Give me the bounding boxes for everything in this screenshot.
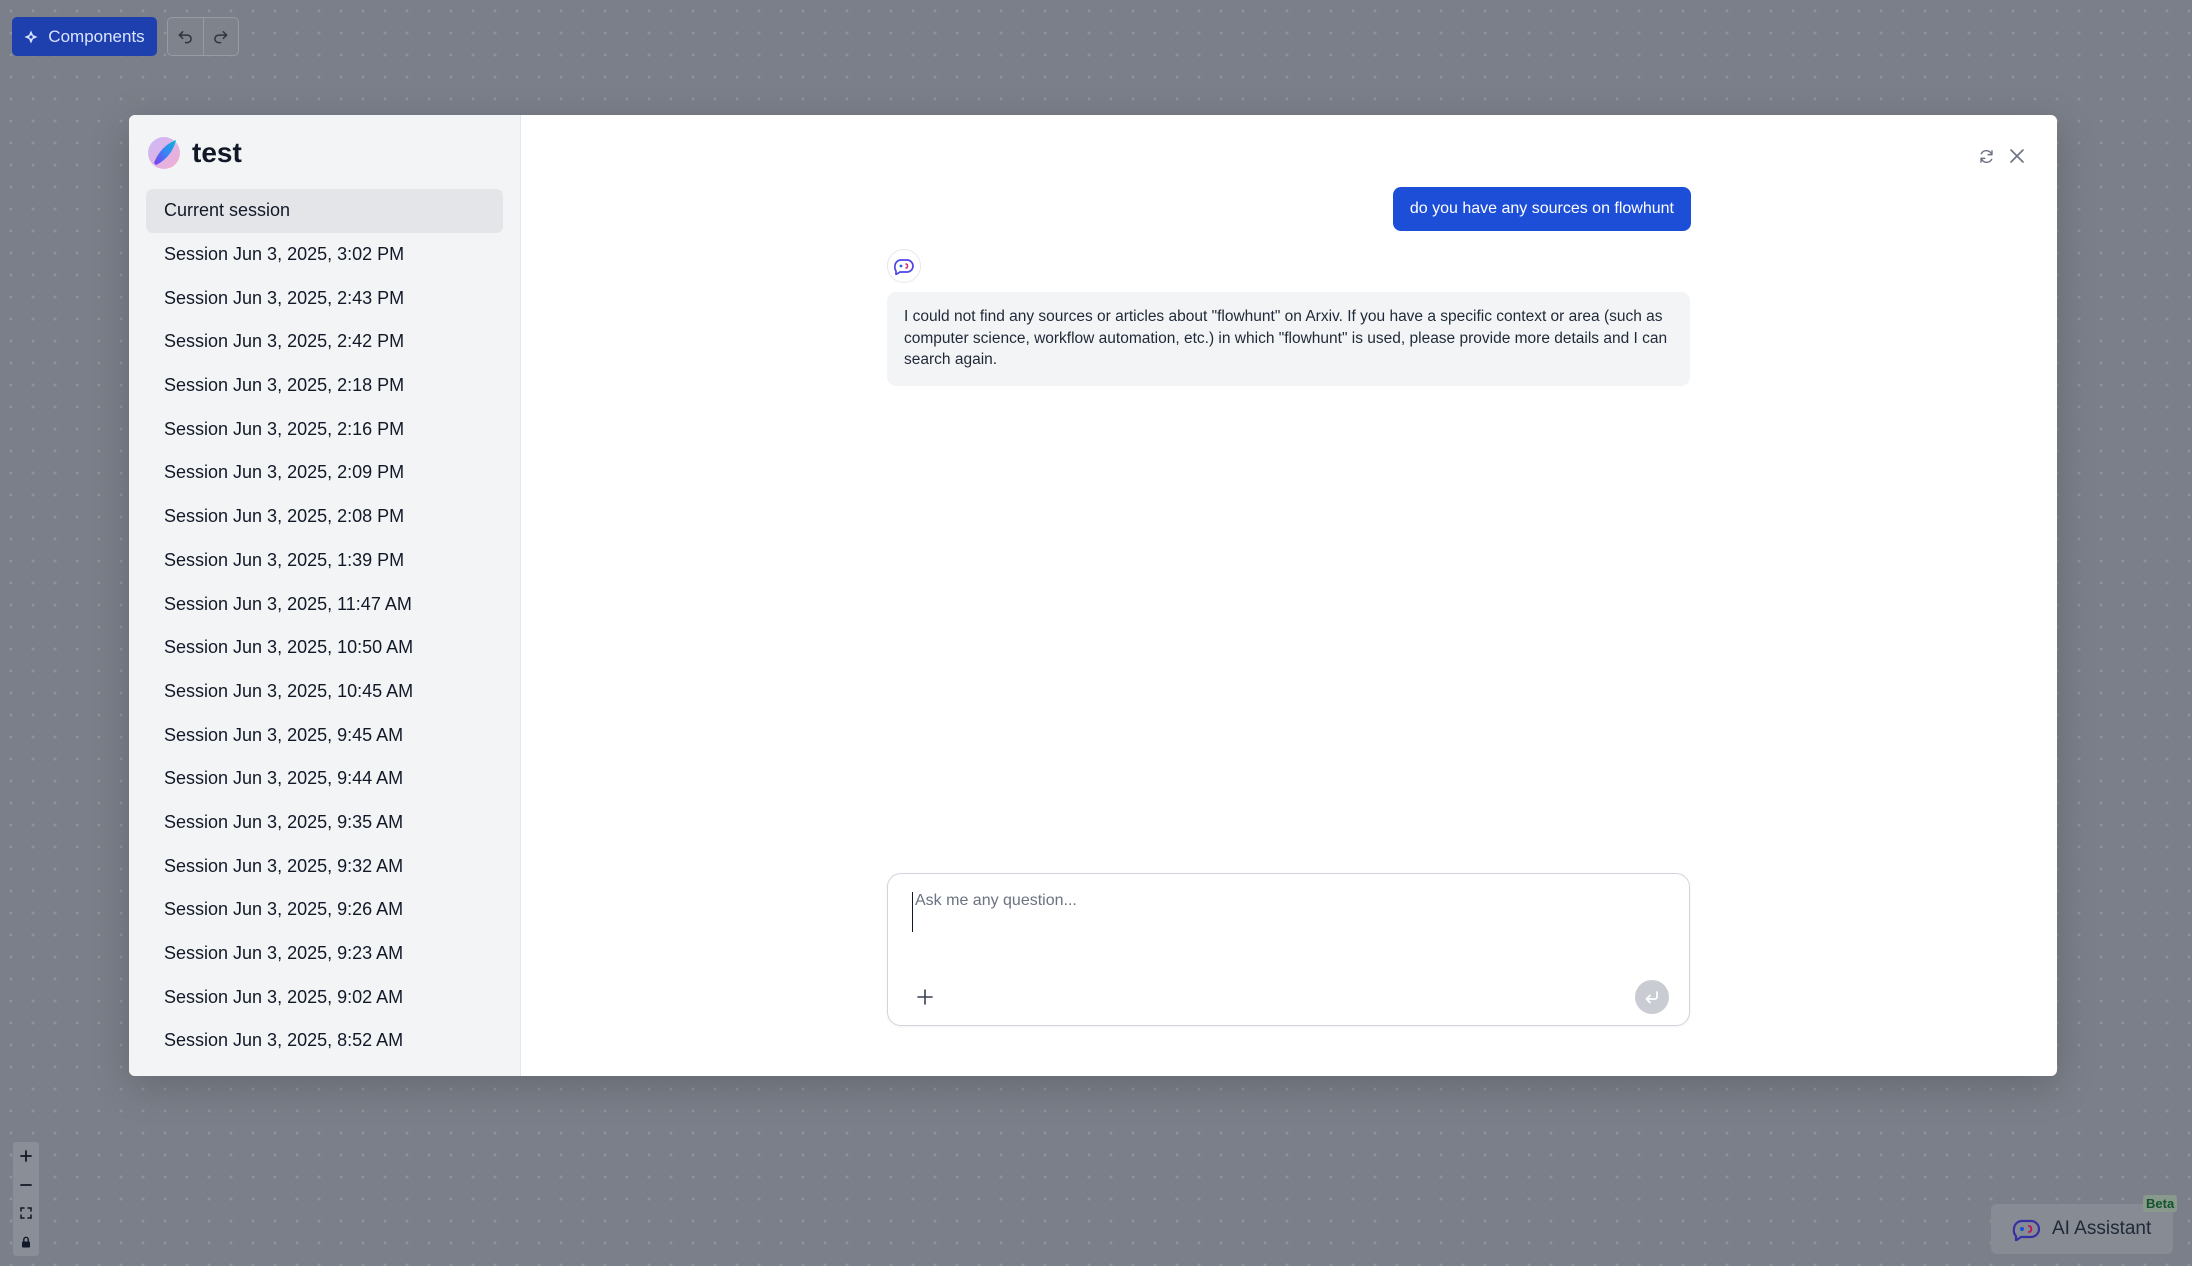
question-input[interactable]: [912, 892, 1662, 932]
enter-icon: [1645, 991, 1658, 1004]
refresh-icon: [1979, 149, 1993, 163]
undo-icon: [178, 31, 192, 44]
close-icon: [2010, 149, 2024, 163]
send-button[interactable]: [1635, 980, 1669, 1014]
session-item[interactable]: Session Jun 3, 2025, 10:50 AM: [146, 626, 503, 670]
attach-button[interactable]: [910, 982, 940, 1012]
session-list: Current session Session Jun 3, 2025, 3:02…: [146, 189, 503, 1063]
session-item[interactable]: Session Jun 3, 2025, 9:02 AM: [146, 975, 503, 1019]
chat-modal: test Current session Session Jun 3, 2025,…: [129, 115, 2057, 1076]
bot-message: I could not find any sources or articles…: [887, 292, 1690, 386]
chat-panel: do you have any sources on flowhunt I co…: [521, 115, 2057, 1076]
close-button[interactable]: [2004, 143, 2030, 169]
session-item[interactable]: Session Jun 3, 2025, 8:52 AM: [146, 1019, 503, 1063]
beta-badge: Beta: [2143, 1195, 2178, 1212]
session-sidebar: test Current session Session Jun 3, 2025,…: [129, 115, 521, 1076]
session-item[interactable]: Session Jun 3, 2025, 9:35 AM: [146, 801, 503, 845]
session-item[interactable]: Session Jun 3, 2025, 11:47 AM: [146, 582, 503, 626]
session-item[interactable]: Session Jun 3, 2025, 10:45 AM: [146, 670, 503, 714]
session-item[interactable]: Session Jun 3, 2025, 2:09 PM: [146, 451, 503, 495]
session-item[interactable]: Session Jun 3, 2025, 9:32 AM: [146, 844, 503, 888]
ai-assistant-icon: [2012, 1219, 2041, 1241]
session-item[interactable]: Session Jun 3, 2025, 2:16 PM: [146, 407, 503, 451]
message-composer: [887, 873, 1690, 1026]
lock-button[interactable]: [13, 1228, 39, 1257]
components-button[interactable]: Components: [12, 17, 157, 56]
session-item[interactable]: Session Jun 3, 2025, 2:08 PM: [146, 495, 503, 539]
session-item[interactable]: Session Jun 3, 2025, 1:39 PM: [146, 539, 503, 583]
fit-view-button[interactable]: [13, 1199, 39, 1228]
bot-icon: [893, 259, 914, 275]
session-item[interactable]: Session Jun 3, 2025, 2:43 PM: [146, 276, 503, 320]
fit-view-icon: [20, 1207, 32, 1219]
session-item[interactable]: Session Jun 3, 2025, 3:02 PM: [146, 233, 503, 277]
components-icon: [24, 30, 38, 43]
minus-icon: [20, 1183, 32, 1186]
chat-title: test: [192, 137, 242, 168]
components-label: Components: [48, 26, 145, 46]
history-controls: [167, 17, 239, 56]
session-item[interactable]: Session Jun 3, 2025, 9:45 AM: [146, 713, 503, 757]
undo-button[interactable]: [168, 18, 203, 55]
refresh-button[interactable]: [1973, 143, 1999, 169]
bot-avatar: [887, 249, 921, 283]
plus-icon: [20, 1150, 32, 1163]
zoom-out-button[interactable]: [13, 1171, 39, 1200]
redo-icon: [214, 31, 228, 44]
session-item[interactable]: Session Jun 3, 2025, 2:42 PM: [146, 320, 503, 364]
zoom-controls: [13, 1142, 39, 1256]
zoom-in-button[interactable]: [13, 1142, 39, 1171]
ai-assistant-label: AI Assistant: [2052, 1218, 2152, 1239]
flowhunt-logo-icon: [148, 137, 180, 169]
redo-button[interactable]: [202, 18, 239, 55]
session-item[interactable]: Session Jun 3, 2025, 9:44 AM: [146, 757, 503, 801]
session-item[interactable]: Session Jun 3, 2025, 9:26 AM: [146, 888, 503, 932]
session-item[interactable]: Session Jun 3, 2025, 2:18 PM: [146, 364, 503, 408]
brand: test: [146, 133, 503, 173]
session-item-current[interactable]: Current session: [146, 189, 503, 233]
session-item[interactable]: Session Jun 3, 2025, 9:23 AM: [146, 932, 503, 976]
lock-icon: [22, 1236, 30, 1248]
user-message: do you have any sources on flowhunt: [1392, 187, 1691, 231]
plus-icon: [917, 989, 933, 1005]
